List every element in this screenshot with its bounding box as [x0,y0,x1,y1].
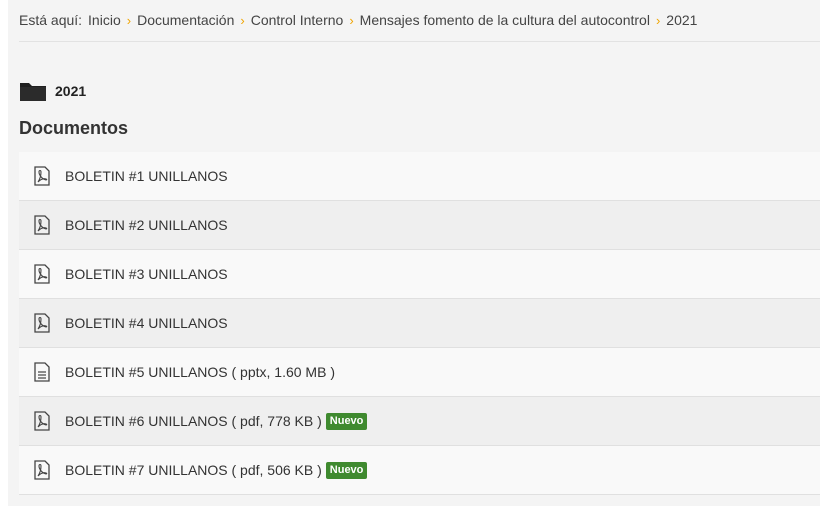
new-badge: Nuevo [325,461,368,479]
chevron-right-icon: › [655,12,661,28]
list-item[interactable]: BOLETIN #2 UNILLANOS [19,201,820,250]
breadcrumb-divider [19,41,820,42]
list-item[interactable]: BOLETIN #6 UNILLANOS ( pdf, 778 KB ) Nue… [19,397,820,446]
folder-heading: 2021 [19,80,86,102]
chevron-right-icon: › [349,12,354,28]
pdf-icon [34,215,50,235]
pdf-icon [34,166,50,186]
list-item[interactable]: BOLETIN #4 UNILLANOS [19,299,820,348]
breadcrumb-current: 2021 [666,12,698,28]
breadcrumb: Está aquí: Inicio › Documentación › Cont… [19,12,820,28]
breadcrumb-link-mensajes[interactable]: Mensajes fomento de la cultura del autoc… [360,12,650,28]
document-label: BOLETIN #3 UNILLANOS [65,266,228,282]
folder-name: 2021 [55,83,87,99]
pdf-icon [34,411,50,431]
pdf-icon [34,460,50,480]
breadcrumb-link-documentacion[interactable]: Documentación [137,12,234,28]
document-label: BOLETIN #1 UNILLANOS [65,168,228,184]
list-item[interactable]: BOLETIN #3 UNILLANOS [19,250,820,299]
pdf-icon [34,313,50,333]
document-label: BOLETIN #5 UNILLANOS ( pptx, 1.60 MB ) [65,364,335,380]
list-item[interactable]: BOLETIN #5 UNILLANOS ( pptx, 1.60 MB ) [19,348,820,397]
document-label: BOLETIN #2 UNILLANOS [65,217,228,233]
document-list: BOLETIN #1 UNILLANOS BOLETIN #2 UNILLANO… [19,152,820,495]
folder-icon [20,83,46,101]
new-badge: Nuevo [325,412,368,430]
document-label: BOLETIN #6 UNILLANOS ( pdf, 778 KB ) [65,413,322,429]
document-label: BOLETIN #7 UNILLANOS ( pdf, 506 KB ) [65,462,322,478]
chevron-right-icon: › [126,12,132,28]
breadcrumb-prefix: Está aquí: [19,12,83,28]
list-item[interactable]: BOLETIN #7 UNILLANOS ( pdf, 506 KB ) Nue… [19,446,820,495]
chevron-right-icon: › [240,12,245,28]
breadcrumb-link-control-interno[interactable]: Control Interno [251,12,344,28]
document-icon [34,362,50,382]
pdf-icon [34,264,50,284]
breadcrumb-link-inicio[interactable]: Inicio [88,12,121,28]
list-item[interactable]: BOLETIN #1 UNILLANOS [19,152,820,201]
section-title: Documentos [19,118,129,138]
document-label: BOLETIN #4 UNILLANOS [65,315,228,331]
